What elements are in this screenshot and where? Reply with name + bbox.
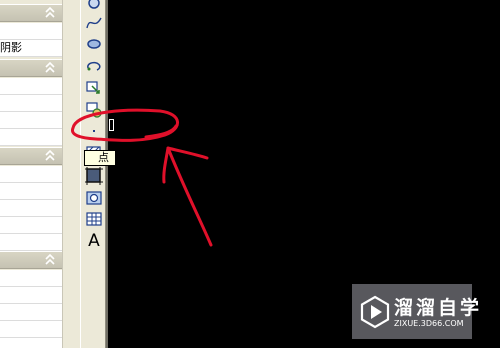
property-row[interactable] bbox=[0, 321, 62, 338]
collapse-chevron-icon[interactable] bbox=[44, 61, 56, 75]
insert-block-icon[interactable] bbox=[84, 78, 104, 98]
property-row[interactable] bbox=[0, 338, 62, 348]
property-row[interactable] bbox=[0, 183, 62, 200]
group-header-4[interactable] bbox=[0, 251, 62, 269]
ellipse-arc-icon[interactable] bbox=[84, 56, 104, 76]
table-icon[interactable] bbox=[84, 209, 104, 229]
property-row[interactable] bbox=[0, 23, 62, 40]
make-block-icon[interactable] bbox=[84, 100, 104, 120]
collapse-chevron-icon[interactable] bbox=[44, 6, 56, 20]
play-logo-icon bbox=[360, 295, 390, 329]
panel-scroll-edge[interactable] bbox=[62, 0, 80, 348]
property-row[interactable] bbox=[0, 234, 62, 251]
watermark-title: 溜溜自学 bbox=[394, 297, 483, 319]
property-row[interactable] bbox=[0, 304, 62, 321]
group-rows-4 bbox=[0, 270, 62, 348]
region-icon[interactable] bbox=[84, 188, 104, 208]
property-row[interactable] bbox=[0, 112, 62, 129]
property-row[interactable] bbox=[0, 78, 62, 95]
property-row[interactable] bbox=[0, 217, 62, 234]
group-rows-2 bbox=[0, 78, 62, 146]
spline-icon[interactable] bbox=[84, 13, 104, 33]
collapse-chevron-icon[interactable] bbox=[44, 253, 56, 267]
group-header-2[interactable] bbox=[0, 59, 62, 77]
tooltip-point: 点 bbox=[84, 150, 116, 166]
draw-toolbar: A bbox=[80, 0, 106, 348]
group-header-1[interactable] bbox=[0, 4, 62, 22]
property-row[interactable] bbox=[0, 200, 62, 217]
watermark-subtitle: ZIXUE.3D66.COM bbox=[394, 319, 464, 328]
point-icon[interactable] bbox=[84, 120, 104, 140]
collapse-chevron-icon[interactable] bbox=[44, 149, 56, 163]
group-header-3[interactable] bbox=[0, 147, 62, 165]
property-row[interactable] bbox=[0, 95, 62, 112]
property-row[interactable] bbox=[0, 287, 62, 304]
cursor-indicator bbox=[109, 119, 114, 131]
multiline-text-icon[interactable]: A bbox=[84, 231, 104, 251]
property-row-shadow[interactable]: 阴影 bbox=[0, 40, 62, 57]
circle-icon[interactable] bbox=[84, 0, 104, 14]
gradient-icon[interactable] bbox=[84, 166, 104, 186]
group-rows-1: 阴影 bbox=[0, 23, 62, 57]
properties-panel: 阴影 bbox=[0, 0, 80, 348]
property-row[interactable] bbox=[0, 166, 62, 183]
property-row[interactable] bbox=[0, 270, 62, 287]
ellipse-icon[interactable] bbox=[84, 34, 104, 54]
group-rows-3 bbox=[0, 166, 62, 251]
property-row[interactable] bbox=[0, 129, 62, 146]
watermark: 溜溜自学 ZIXUE.3D66.COM bbox=[352, 284, 479, 339]
